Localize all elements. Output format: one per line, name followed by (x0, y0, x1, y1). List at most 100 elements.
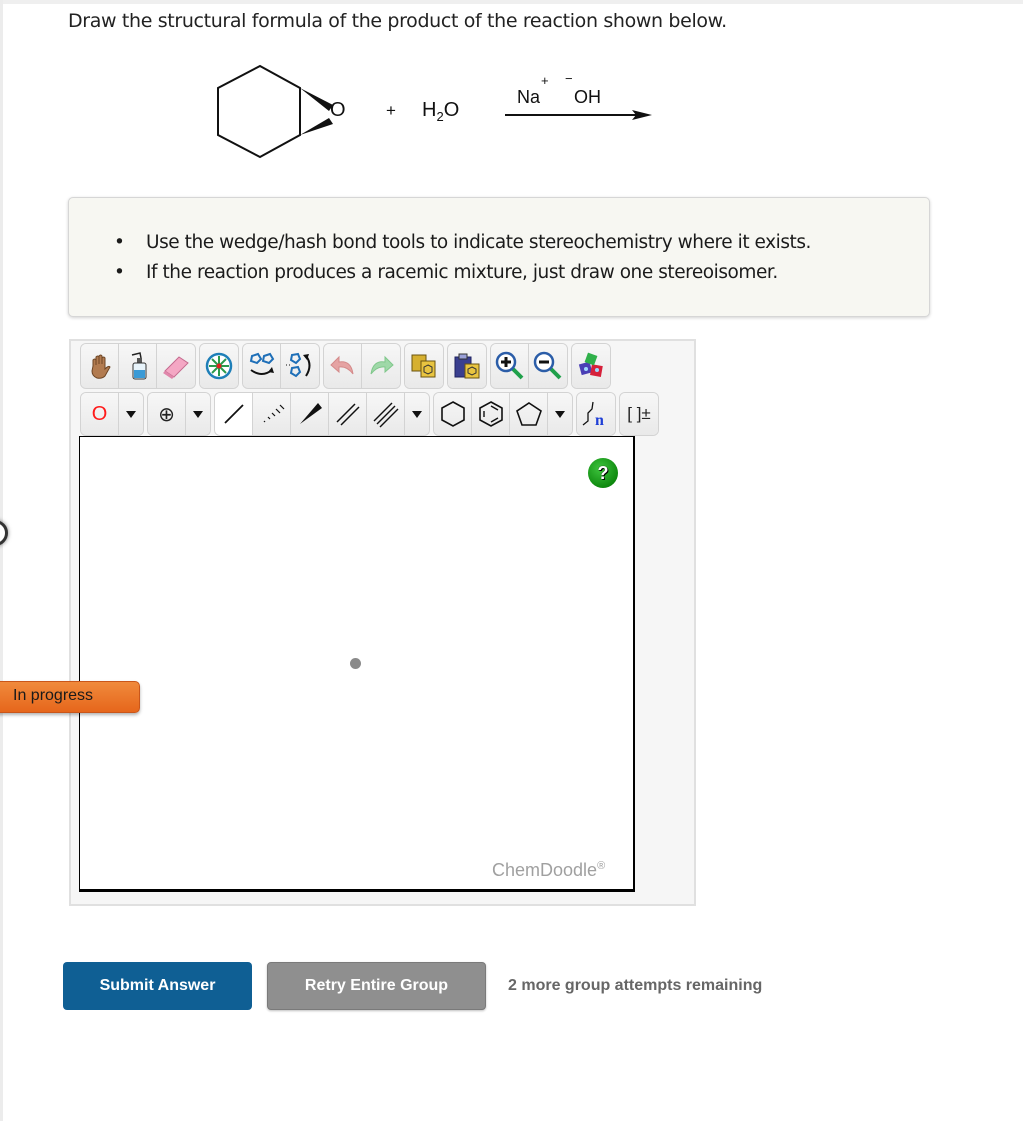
cyclohexane-button[interactable] (434, 393, 472, 435)
cyclopentane-button[interactable] (510, 393, 548, 435)
single-bond-icon (223, 404, 244, 424)
hash-bond-icon (263, 404, 284, 423)
registered-mark: ® (597, 860, 606, 872)
polymer-n-label: n (595, 412, 604, 429)
eraser-icon (163, 356, 189, 379)
atom-label: O (91, 402, 108, 425)
repeat-unit-icon: n (582, 401, 604, 429)
water-formula: H2O (422, 99, 459, 124)
instructions-box: Use the wedge/hash bond tools to indicat… (68, 197, 930, 317)
canvas-center-dot (350, 658, 361, 669)
zoom-out-icon (533, 351, 562, 380)
toolbar-row-1 (80, 343, 611, 389)
bond-dropdown-button[interactable] (405, 393, 429, 435)
double-bond-button[interactable] (329, 393, 367, 435)
reagent-sodium: Na (517, 87, 541, 107)
attempts-remaining: 2 more group attempts remaining (508, 977, 763, 994)
charge-plus-icon: ⊕ (158, 402, 175, 426)
chevron-down-icon (412, 410, 422, 418)
tool-group-clipboard-paste (447, 343, 487, 389)
zoom-in-icon (495, 351, 523, 380)
tool-group-flip (242, 343, 320, 389)
hydroxide-charge: − (565, 71, 573, 86)
chemdoodle-brand: ChemDoodle® (492, 860, 605, 881)
charge-bracket-button[interactable]: [ ]± (620, 393, 658, 435)
repeat-unit-button[interactable]: n (577, 393, 615, 435)
triple-bond-button[interactable] (367, 393, 405, 435)
clear-button[interactable] (119, 344, 157, 388)
tool-group-history (323, 343, 401, 389)
atom-dropdown-button[interactable] (119, 393, 143, 435)
tool-group-edit (80, 343, 196, 389)
flip-vertical-icon (286, 352, 311, 378)
zoom-in-button[interactable] (491, 344, 529, 388)
water-o: O (443, 99, 460, 121)
zoom-out-button[interactable] (529, 344, 567, 388)
pan-button[interactable] (81, 344, 119, 388)
benzene-icon (478, 401, 503, 427)
flip-horizontal-icon (249, 352, 274, 375)
charge-dropdown-button[interactable] (186, 393, 210, 435)
cyclohexane-icon (440, 401, 465, 427)
chevron-down-icon (126, 410, 136, 418)
hand-icon (90, 354, 111, 379)
status-badge: In progress (0, 681, 140, 713)
polymer-tool: n (576, 392, 616, 436)
erase-button[interactable] (157, 344, 195, 388)
undo-icon (329, 355, 353, 375)
flip-vertical-button[interactable] (281, 344, 319, 388)
tool-group-zoom (490, 343, 568, 389)
wedge-bond-bottom (300, 118, 333, 135)
question-prompt: Draw the structural formula of the produ… (68, 10, 727, 32)
bracket-tool: [ ]± (619, 392, 659, 436)
bond-tools (214, 392, 430, 436)
reaction-plus: + (386, 101, 396, 120)
help-button[interactable]: ? (588, 458, 618, 488)
double-bond-icon (335, 403, 360, 426)
paste-icon (454, 353, 480, 379)
flip-horizontal-button[interactable] (243, 344, 281, 388)
retry-group-button[interactable]: Retry Entire Group (267, 962, 486, 1010)
atom-oxygen-button[interactable]: O (81, 393, 119, 435)
side-nav-handle[interactable] (0, 520, 8, 546)
undo-button[interactable] (324, 344, 362, 388)
cyclopentane-icon (515, 402, 542, 426)
reaction-scheme: O + H2O + − Na OH (200, 55, 670, 170)
reagent-hydroxide: OH (574, 87, 601, 107)
chevron-down-icon (555, 410, 565, 418)
redo-icon (370, 355, 394, 375)
question-mark-icon: ? (597, 462, 609, 483)
wedge-bond-top (300, 88, 333, 111)
wedge-bond-button[interactable] (291, 393, 329, 435)
triple-bond-icon (373, 402, 398, 428)
clean-icon (578, 352, 603, 377)
brand-text: ChemDoodle (492, 860, 598, 880)
redo-button[interactable] (362, 344, 400, 388)
ring-dropdown-button[interactable] (548, 393, 572, 435)
center-button[interactable] (200, 344, 238, 388)
tool-group-clipboard-copy (404, 343, 444, 389)
water-h: H (422, 99, 437, 121)
submit-answer-button[interactable]: Submit Answer (63, 962, 252, 1010)
paste-button[interactable] (448, 344, 486, 388)
bracket-charge-icon: [ ]± (627, 404, 651, 423)
wedge-bond-icon (299, 403, 322, 424)
sodium-charge: + (541, 73, 549, 88)
toolbar-row-2: O ⊕ n []± (80, 392, 659, 436)
tool-group-clean (571, 343, 611, 389)
hash-bond-button[interactable] (253, 393, 291, 435)
atom-selector: O (80, 392, 144, 436)
tool-group-center (199, 343, 239, 389)
copy-button[interactable] (405, 344, 443, 388)
charge-button[interactable]: ⊕ (148, 393, 186, 435)
clear-bottle-icon (131, 352, 146, 380)
single-bond-button[interactable] (215, 393, 253, 435)
ring-tools (433, 392, 573, 436)
clean-button[interactable] (572, 344, 610, 388)
instruction-item: Use the wedge/hash bond tools to indicat… (114, 228, 811, 258)
benzene-button[interactable] (472, 393, 510, 435)
instruction-item: If the reaction produces a racemic mixtu… (114, 258, 811, 288)
epoxide-oxygen: O (330, 99, 346, 121)
charge-selector: ⊕ (147, 392, 211, 436)
chevron-down-icon (193, 410, 203, 418)
